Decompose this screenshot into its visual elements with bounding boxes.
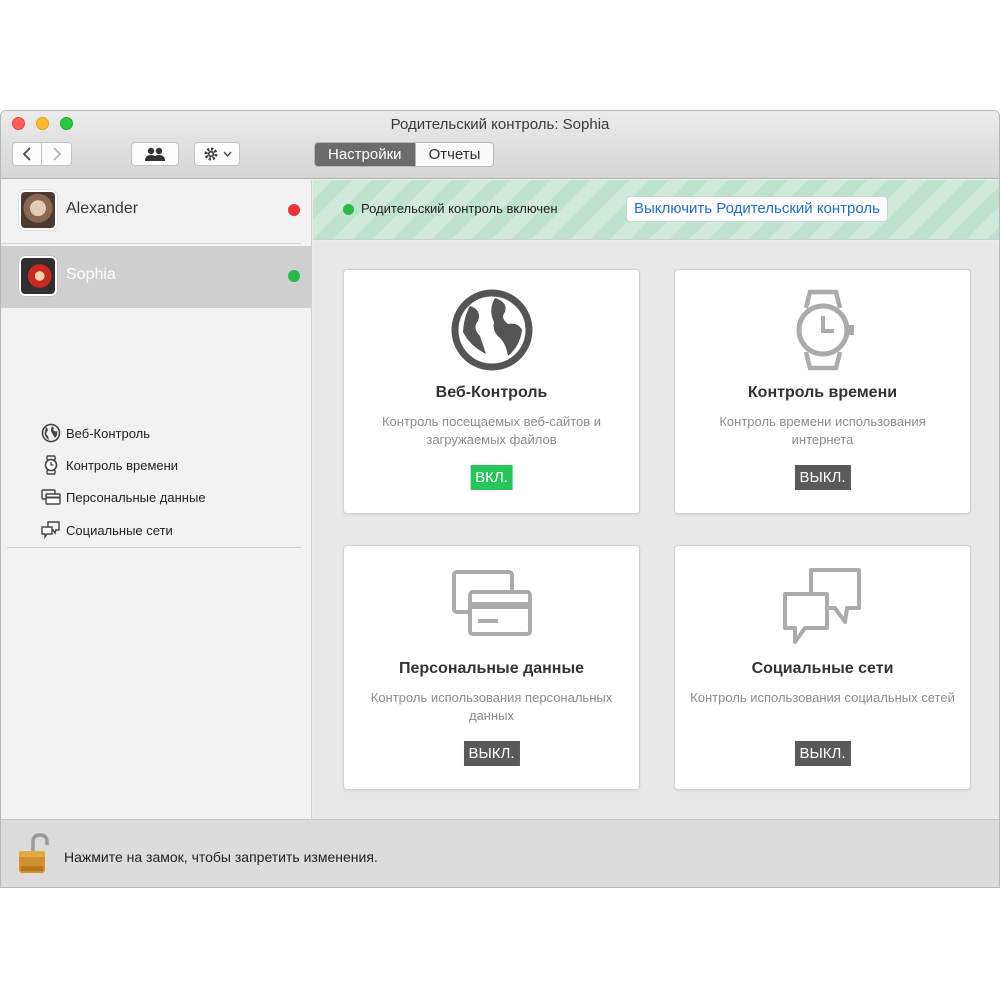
card-description: Контроль использования персональных данн…: [370, 690, 613, 723]
status-badge[interactable]: ВЫКЛ.: [794, 741, 851, 766]
footer: Нажмите на замок, чтобы запретить измене…: [1, 819, 999, 887]
tab-reports[interactable]: Отчеты: [414, 143, 494, 166]
divider: [1, 243, 301, 244]
card-title: Контроль времени: [747, 384, 898, 401]
sidebar-user-alexander[interactable]: Alexander: [1, 180, 312, 242]
sidebar-item-label: Персональные данные: [66, 489, 206, 505]
status-banner: Родительский контроль включен Выключить …: [313, 180, 999, 240]
tab-settings[interactable]: Настройки: [315, 143, 415, 166]
status-dot: [343, 204, 354, 215]
card-time-control[interactable]: Контроль времени Контроль времени исполь…: [674, 269, 971, 514]
globe-icon: [41, 423, 61, 443]
divider: [7, 547, 301, 548]
status-badge[interactable]: ВЫКЛ.: [463, 741, 520, 766]
sidebar: Alexander Sophia Веб-Контроль Контроль в…: [1, 180, 312, 819]
chat-bubbles-icon: [782, 568, 861, 644]
users-button[interactable]: [131, 142, 179, 166]
unlocked-padlock-icon: [19, 833, 49, 873]
feature-grid: Веб-Контроль Контроль посещаемых веб-сай…: [313, 241, 999, 819]
watch-icon: [44, 455, 58, 475]
titlebar: Родительский контроль: Sophia Настройки …: [1, 111, 999, 179]
sidebar-item-label: Социальные сети: [66, 522, 173, 538]
user-name: Sophia: [66, 266, 116, 283]
status-badge[interactable]: ВЫКЛ.: [794, 465, 851, 490]
card-description: Контроль времени использования интернета: [719, 414, 926, 447]
status-badge[interactable]: ВКЛ.: [470, 465, 513, 490]
sidebar-item-label: Контроль времени: [66, 457, 179, 473]
app-window: Родительский контроль: Sophia Настройки …: [0, 110, 1000, 888]
watch-icon: [796, 289, 854, 371]
sidebar-item-label: Веб-Контроль: [66, 425, 150, 441]
card-personal-data[interactable]: Персональные данные Контроль использован…: [343, 545, 640, 790]
status-dot: [288, 270, 300, 282]
card-title: Персональные данные: [398, 660, 585, 677]
back-button[interactable]: [12, 142, 42, 166]
globe-icon: [451, 289, 532, 371]
sidebar-user-sophia[interactable]: Sophia: [1, 246, 312, 308]
lock-button[interactable]: [17, 832, 51, 881]
gear-icon: [204, 147, 217, 161]
users-icon: [145, 147, 165, 161]
avatar: [19, 190, 57, 230]
chat-bubbles-icon: [41, 521, 60, 540]
card-social-networks[interactable]: Социальные сети Контроль использования с…: [674, 545, 971, 790]
chevron-down-icon: [222, 151, 232, 157]
sidebar-item-web-control[interactable]: Веб-Контроль: [41, 421, 150, 445]
card-web-control[interactable]: Веб-Контроль Контроль посещаемых веб-сай…: [343, 269, 640, 514]
cards-icon: [451, 570, 532, 636]
cards-icon: [41, 489, 61, 505]
card-title: Веб-Контроль: [435, 384, 548, 401]
chevron-left-icon: [22, 147, 31, 161]
sidebar-item-personal-data[interactable]: Персональные данные: [41, 485, 206, 509]
status-text: Родительский контроль включен: [361, 201, 558, 216]
chevron-right-icon: [52, 147, 61, 161]
card-description: Контроль использования социальных сетей: [690, 690, 955, 705]
window-title: Родительский контроль: Sophia: [390, 116, 610, 133]
status-dot: [288, 204, 300, 216]
view-tabs: Настройки Отчеты: [314, 142, 495, 167]
sidebar-item-social-networks[interactable]: Социальные сети: [41, 518, 173, 542]
settings-menu-button[interactable]: [194, 142, 240, 166]
forward-button[interactable]: [42, 142, 72, 166]
sidebar-item-time-control[interactable]: Контроль времени: [41, 453, 178, 477]
card-title: Социальные сети: [751, 660, 894, 677]
lock-hint-text: Нажмите на замок, чтобы запретить измене…: [64, 849, 378, 865]
user-name: Alexander: [66, 200, 139, 217]
disable-parental-control-button[interactable]: Выключить Родительский контроль: [626, 196, 888, 222]
avatar: [19, 256, 57, 296]
card-description: Контроль посещаемых веб-сайтов и загружа…: [381, 414, 602, 447]
